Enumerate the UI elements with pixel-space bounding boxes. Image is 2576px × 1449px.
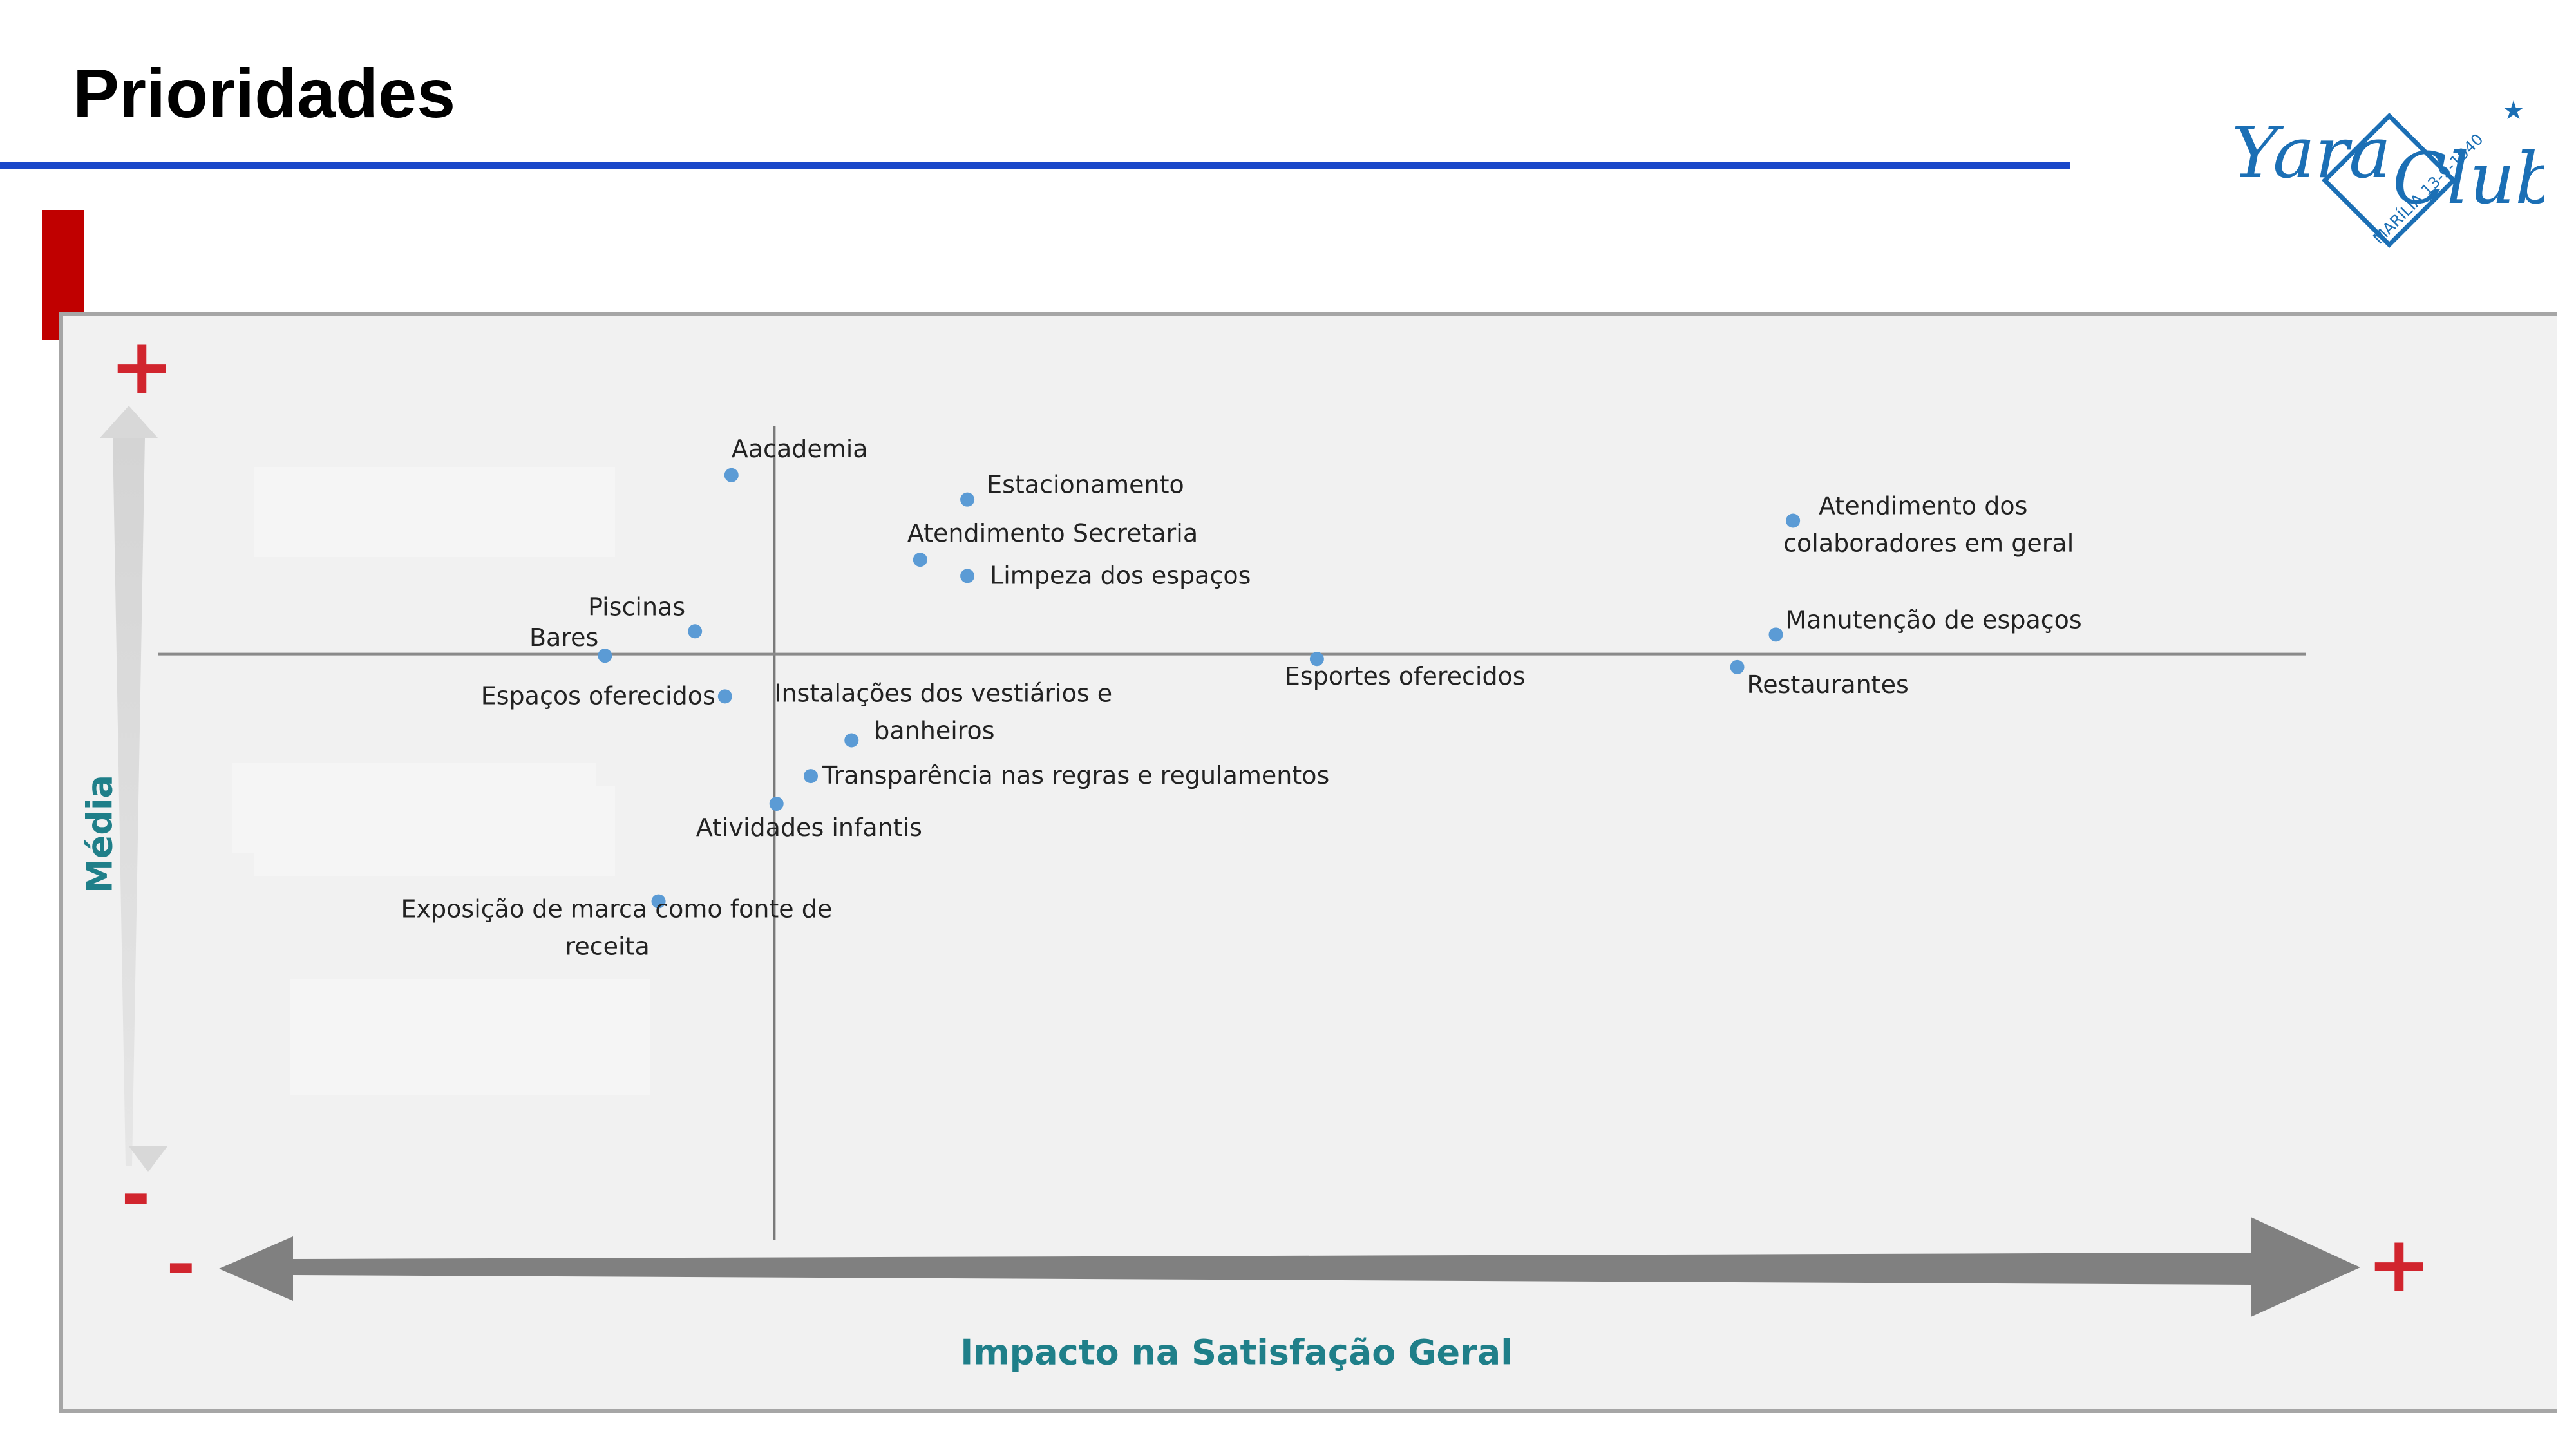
data-point: [913, 553, 927, 567]
data-label: Espaços oferecidos: [481, 681, 715, 710]
data-label: Esportes oferecidos: [1285, 662, 1526, 690]
data-label: Atendimento dos colaboradores em geral: [1783, 492, 2074, 558]
bg-box: [254, 786, 615, 876]
priority-matrix-chart: Aacademia Estacionamento Atendimento Secre…: [100, 406, 2360, 1317]
bg-box: [290, 979, 650, 1095]
data-point: [769, 797, 784, 811]
data-point: [960, 569, 975, 583]
data-point: [844, 733, 859, 748]
data-label: Limpeza dos espaços: [990, 561, 1251, 589]
data-point: [960, 492, 975, 507]
data-label: Aacademia: [732, 435, 868, 463]
data-label: Bares: [529, 623, 598, 652]
data-point: [1730, 659, 1745, 674]
y-minus-sign: -: [121, 1153, 151, 1236]
data-label: Exposição de marca como fonte de receita: [401, 895, 833, 961]
x-axis-arrow: [219, 1217, 2360, 1317]
data-label: Estacionamento: [987, 471, 1184, 499]
data-point: [688, 624, 703, 639]
data-label: Atendimento Secretaria: [907, 519, 1198, 547]
x-minus-sign: -: [166, 1223, 196, 1305]
y-axis-label: Média: [79, 775, 120, 893]
data-point: [717, 689, 732, 704]
data-point: [803, 769, 818, 784]
data-label: Piscinas: [588, 592, 685, 621]
data-point: [1768, 627, 1783, 642]
data-point: [1786, 513, 1801, 528]
data-label: Manutenção de espaços: [1785, 605, 2081, 634]
data-point: [598, 649, 612, 663]
y-plus-sign: +: [109, 322, 175, 412]
data-labels: Aacademia Estacionamento Atendimento Secre…: [401, 435, 2082, 961]
data-label: Transparência nas regras e regulamentos: [822, 761, 1329, 790]
data-point: [724, 468, 739, 482]
data-label: Instalações dos vestiários e banheiros: [774, 679, 1112, 745]
data-label: Restaurantes: [1747, 670, 1909, 699]
x-axis-label: Impacto na Satisfação Geral: [960, 1332, 1513, 1373]
data-label: Atividades infantis: [696, 813, 922, 842]
bg-box: [254, 467, 615, 557]
x-plus-sign: +: [2367, 1220, 2432, 1310]
